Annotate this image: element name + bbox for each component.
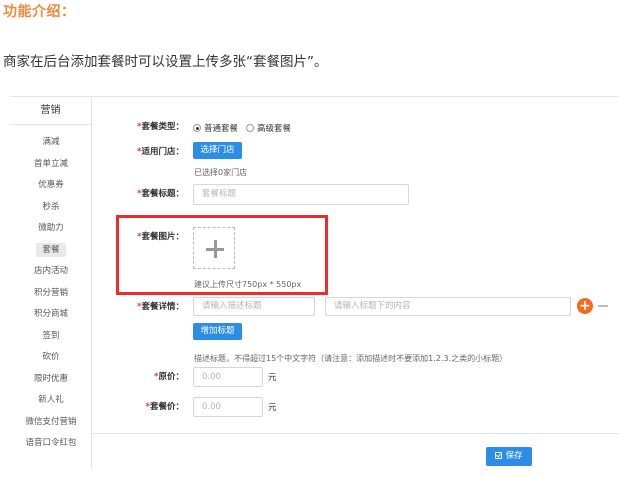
sidebar-item-first-order[interactable]: 首单立减 <box>10 157 92 171</box>
original-price-unit: 元 <box>268 373 277 383</box>
sidebar-item-coupon[interactable]: 优惠券 <box>10 178 92 192</box>
add-title-button[interactable]: 增加标题 <box>193 323 242 340</box>
highlight-frame <box>116 215 328 295</box>
package-title-label: *套餐标题： <box>137 189 184 199</box>
sidebar-item-bargain[interactable]: 砍价 <box>10 350 92 364</box>
package-title-input[interactable]: 套餐标题 <box>193 184 409 205</box>
sidebar-header: 营销 <box>10 97 91 125</box>
admin-screenshot: 营销 满减 首单立减 优惠券 秒杀 微助力 套餐 店内活动 积分营销 积分商城 … <box>10 96 619 478</box>
form-divider <box>92 433 619 434</box>
sidebar-item-wechat-pay[interactable]: 微信支付营销 <box>10 415 92 429</box>
detail-content-input[interactable]: 请输入标题下的内容 <box>325 297 571 316</box>
sidebar-item-sign-in[interactable]: 签到 <box>10 329 92 343</box>
sidebar-item-package[interactable]: 套餐 <box>10 243 92 257</box>
select-store-button[interactable]: 选择门店 <box>193 142 242 159</box>
package-type-label: *套餐类型： <box>137 122 184 132</box>
store-selected-hint: 已选择0家门店 <box>194 168 248 177</box>
article-intro: 商家在后台添加套餐时可以设置上传多张“套餐图片”。 <box>3 54 328 70</box>
article-title: 功能介绍： <box>3 4 76 20</box>
check-square-icon <box>495 452 503 459</box>
add-detail-icon[interactable]: + <box>577 298 593 314</box>
package-price-unit: 元 <box>268 403 277 413</box>
radio-normal-package[interactable]: 普通套餐 <box>193 122 238 134</box>
sidebar-item-points-mall[interactable]: 积分商城 <box>10 307 92 321</box>
package-price-input[interactable]: 0.00 <box>193 397 263 417</box>
marketing-sidebar: 营销 满减 首单立减 优惠券 秒杀 微助力 套餐 店内活动 积分营销 积分商城 … <box>10 97 92 469</box>
package-price-label: *套餐价： <box>145 402 184 412</box>
sidebar-item-points-marketing[interactable]: 积分营销 <box>10 286 92 300</box>
sidebar-item-full-reduction[interactable]: 满减 <box>10 135 92 149</box>
sidebar-item-in-store[interactable]: 店内活动 <box>10 264 92 278</box>
save-button[interactable]: 保存 <box>486 447 532 466</box>
store-label: *适用门店： <box>137 147 184 157</box>
radio-checked-icon <box>193 124 201 132</box>
package-details-label: *套餐详情： <box>137 302 184 312</box>
sidebar-item-new-user-gift[interactable]: 新人礼 <box>10 393 92 407</box>
radio-advanced-package[interactable]: 高级套餐 <box>246 122 291 134</box>
details-hint: 描述标题，不得超过15个中文字符（请注意：添加描述时不要添加1.2.3.之类的小… <box>194 354 508 363</box>
package-type-radio-group: 普通套餐 高级套餐 <box>193 122 291 134</box>
sidebar-item-flash-sale[interactable]: 秒杀 <box>10 200 92 214</box>
detail-title-input[interactable]: 请输入描述标题 <box>193 297 315 316</box>
original-price-input[interactable]: 0.00 <box>193 367 263 387</box>
original-price-label: *原价： <box>154 372 184 382</box>
sidebar-item-limited-offer[interactable]: 限时优惠 <box>10 372 92 386</box>
radio-unchecked-icon <box>246 124 255 132</box>
remove-detail-icon[interactable] <box>598 305 608 307</box>
sidebar-item-micro-assist[interactable]: 微助力 <box>10 221 92 235</box>
sidebar-item-voice-redpacket[interactable]: 语音口令红包 <box>10 436 92 450</box>
